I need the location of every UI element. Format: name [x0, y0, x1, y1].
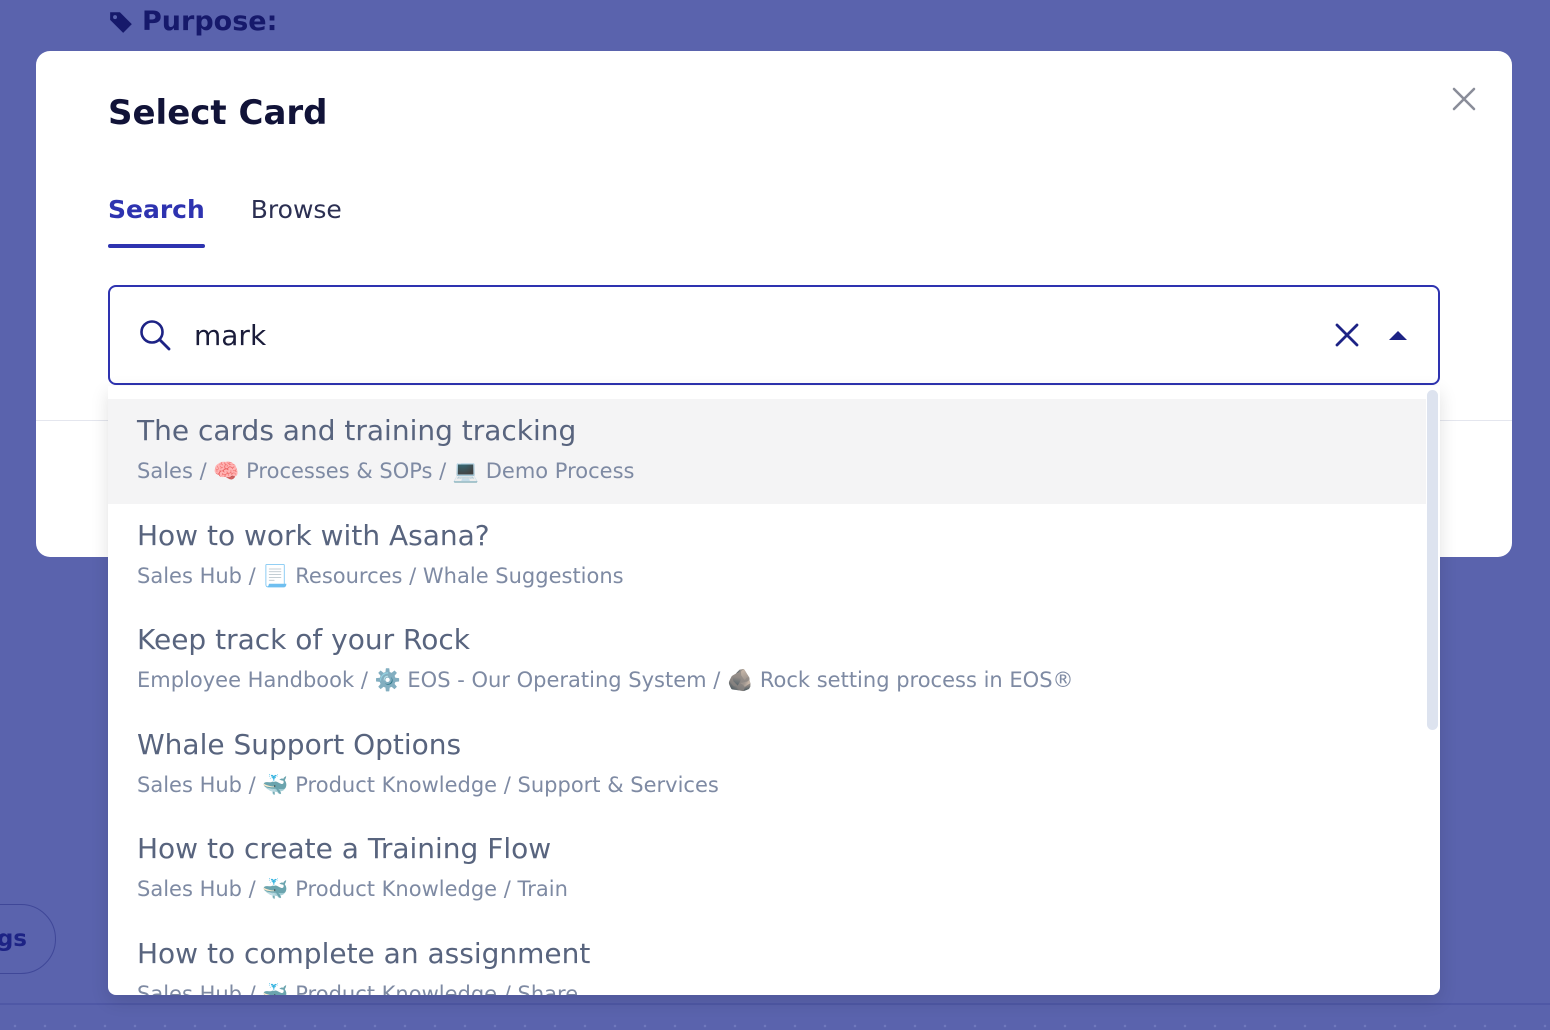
result-title: How to create a Training Flow [137, 832, 552, 865]
result-title: How to work with Asana? [137, 518, 490, 552]
tag-icon [110, 11, 132, 33]
tab-search[interactable]: Search [108, 195, 205, 248]
search-icon [140, 320, 171, 351]
tab-browse[interactable]: Browse [251, 195, 342, 248]
close-button[interactable] [1448, 83, 1480, 115]
search-results-dropdown: The cards and training tracking Sales / … [108, 386, 1440, 995]
purpose-heading: Purpose: [108, 6, 277, 37]
background-dotted-footer [0, 1003, 1550, 1030]
caret-up-icon[interactable] [1386, 323, 1410, 347]
result-title: Whale Support Options [137, 727, 462, 761]
tab-bar: Search Browse [108, 195, 342, 248]
clear-search-icon[interactable] [1332, 320, 1362, 350]
result-path: Sales / 🧠 Processes & SOPs / 💻 Demo Proc… [137, 459, 635, 483]
card-search-combobox[interactable] [108, 285, 1440, 385]
result-item[interactable]: How to create a Training Flow Sales Hub … [108, 817, 1426, 922]
modal-title: Select Card [108, 93, 328, 133]
result-item[interactable]: The cards and training tracking Sales / … [108, 399, 1426, 504]
result-path: Employee Handbook / ⚙️ EOS - Our Operati… [137, 668, 1074, 692]
close-icon [1452, 87, 1476, 111]
purpose-label: Purpose: [142, 6, 278, 37]
result-title: Keep track of your Rock [137, 623, 470, 656]
result-path: Sales Hub / 🐳 Product Knowledge / Share [137, 981, 579, 996]
result-item[interactable]: How to work with Asana? Sales Hub / 📃 Re… [108, 504, 1426, 609]
result-path: Sales Hub / 📃 Resources / Whale Suggesti… [137, 563, 624, 588]
background-pill-label: gs [0, 926, 27, 952]
results-list: The cards and training tracking Sales / … [108, 399, 1426, 995]
background-pill-button[interactable]: gs [0, 904, 56, 974]
result-item[interactable]: Whale Support Options Sales Hub / 🐳 Prod… [108, 713, 1426, 818]
result-title: The cards and training tracking [137, 414, 577, 447]
result-item[interactable]: How to complete an assignment Sales Hub … [108, 922, 1426, 996]
result-path: Sales Hub / 🐳 Product Knowledge / Train [137, 877, 568, 901]
result-item[interactable]: Keep track of your Rock Employee Handboo… [108, 608, 1426, 713]
scrollbar-thumb[interactable] [1427, 390, 1438, 730]
result-path: Sales Hub / 🐳 Product Knowledge / Suppor… [137, 772, 719, 797]
search-input[interactable] [194, 318, 1332, 352]
result-title: How to complete an assignment [137, 936, 591, 970]
